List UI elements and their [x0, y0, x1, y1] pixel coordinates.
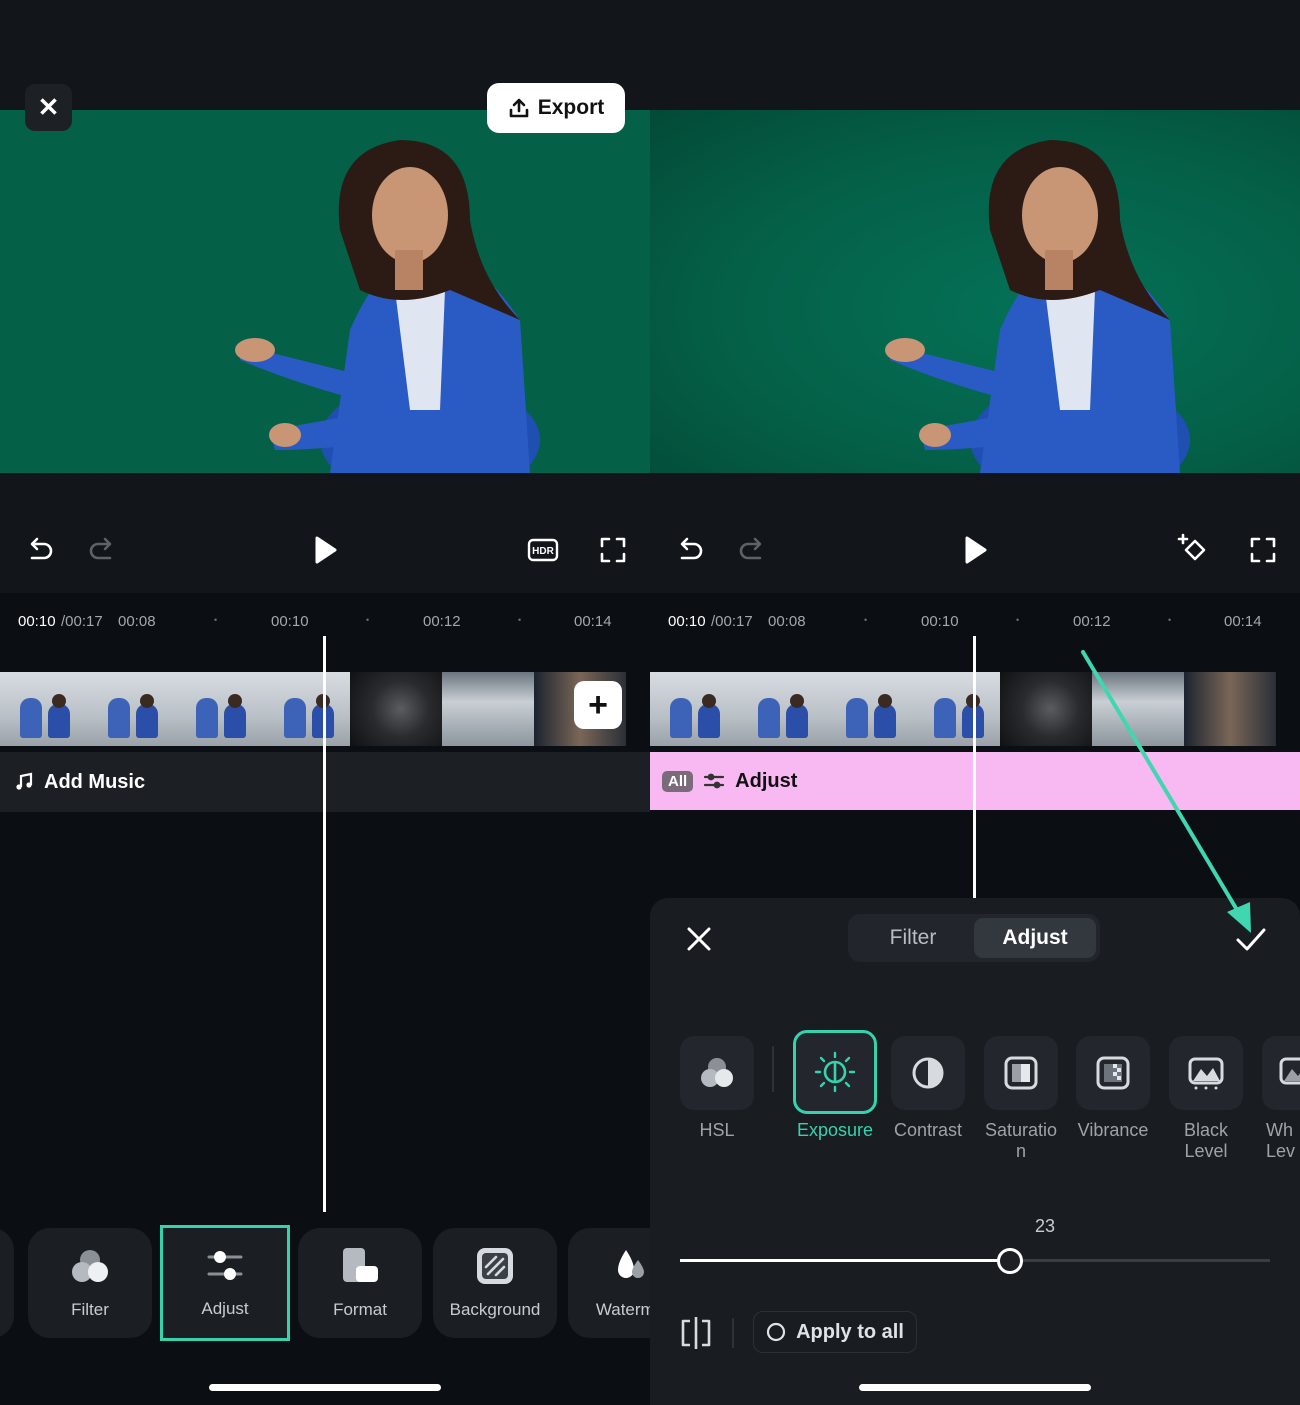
tool-label: Adjust [201, 1299, 249, 1318]
fullscreen-button[interactable] [593, 530, 633, 570]
presenter-figure [235, 140, 540, 473]
clip-thumbnail [176, 672, 264, 746]
upload-icon [509, 98, 529, 118]
tool-partial[interactable] [0, 1228, 14, 1338]
tick-label: 00:10 [271, 613, 309, 630]
play-icon [315, 536, 337, 564]
add-music-label: Add Music [44, 770, 146, 793]
playhead[interactable] [323, 636, 326, 1212]
export-button[interactable]: Export [487, 83, 625, 133]
close-button[interactable]: ✕ [25, 84, 72, 131]
tool-label: Format [333, 1300, 387, 1319]
tool-background[interactable]: Background [433, 1228, 557, 1338]
adjust-sliders-icon [207, 1251, 243, 1280]
editor-main-panel: ✕ Export HDR 00:10 /00:17 00:08 • 00:10 … [0, 0, 650, 1405]
clip-thumbnail [264, 672, 350, 746]
tick-dot: • [366, 615, 370, 625]
tool-adjust[interactable]: Adjust [160, 1225, 290, 1341]
clip-thumbnail [0, 672, 88, 746]
video-preview[interactable] [0, 110, 650, 473]
play-button[interactable] [305, 530, 345, 570]
watermark-icon [618, 1250, 644, 1278]
tick-dot: • [214, 615, 218, 625]
format-icon [343, 1248, 378, 1282]
tick-label: 00:12 [423, 613, 461, 630]
adjust-editor-panel: 00:10 /00:17 00:08 • 00:10 • 00:12 • 00:… [650, 0, 1300, 1405]
clip-thumbnail [88, 672, 176, 746]
background-icon [477, 1248, 513, 1284]
redo-icon [89, 537, 112, 560]
undo-button[interactable] [20, 530, 60, 570]
tool-watermark[interactable]: Waterma [568, 1228, 650, 1338]
tool-label: Filter [71, 1300, 109, 1319]
total-time: /00:17 [61, 613, 103, 630]
hdr-icon: HDR [527, 538, 559, 562]
export-label: Export [537, 96, 605, 119]
redo-button[interactable] [82, 530, 122, 570]
music-note-icon [16, 772, 33, 790]
current-time: 00:10 [18, 613, 56, 630]
bottom-toolbar: Filter Adjust Format Background Waterma [0, 1225, 650, 1341]
tick-label: 00:08 [118, 613, 156, 630]
annotation-arrow [1081, 650, 1251, 933]
filter-icon [72, 1250, 108, 1282]
tool-format[interactable]: Format [298, 1228, 422, 1338]
tick-dot: • [518, 615, 522, 625]
tool-label: Background [449, 1300, 541, 1319]
tool-filter[interactable]: Filter [28, 1228, 152, 1338]
svg-text:HDR: HDR [532, 546, 554, 557]
tick-label: 00:14 [574, 613, 612, 630]
clip-thumbnail [350, 672, 442, 746]
hdr-button[interactable]: HDR [523, 530, 563, 570]
tool-label: Waterma [595, 1300, 650, 1319]
add-clip-button[interactable]: + [574, 681, 622, 729]
home-indicator [209, 1384, 441, 1391]
undo-icon [30, 537, 53, 560]
clip-thumbnail [442, 672, 534, 746]
fullscreen-icon [600, 537, 626, 563]
